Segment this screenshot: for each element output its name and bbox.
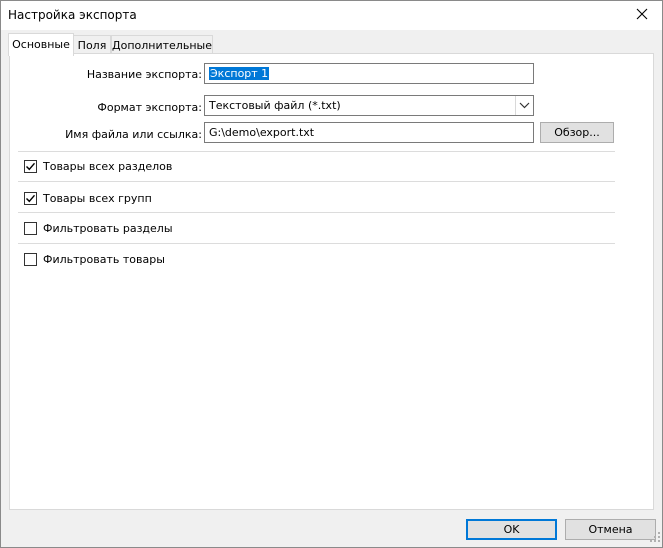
ok-button[interactable]: OK	[466, 519, 557, 540]
checkbox-all-sections-label: Товары всех разделов	[43, 159, 173, 173]
tab-additional[interactable]: Дополнительные	[111, 35, 213, 54]
export-settings-dialog: Настройка экспорта Основные Поля Дополни…	[0, 0, 663, 548]
export-name-input[interactable]: Экспорт 1	[204, 63, 534, 84]
resize-grip-icon[interactable]	[650, 532, 660, 545]
tab-main-label: Основные	[12, 38, 70, 51]
checkbox-box[interactable]	[24, 252, 37, 266]
cancel-button[interactable]: Отмена	[565, 519, 656, 540]
window-title: Настройка экспорта	[8, 8, 137, 22]
tab-main[interactable]: Основные	[8, 33, 74, 56]
divider	[18, 181, 615, 182]
browse-button[interactable]: Обзор...	[540, 122, 614, 143]
export-format-select[interactable]: Текстовый файл (*.txt)	[204, 95, 534, 116]
checkbox-filter-sections-label: Фильтровать разделы	[43, 221, 173, 235]
file-name-label: Имя файла или ссылка:	[65, 128, 202, 141]
browse-button-label: Обзор...	[554, 126, 600, 139]
tab-fields[interactable]: Поля	[73, 35, 111, 54]
checkbox-all-groups[interactable]: Товары всех групп	[24, 190, 152, 206]
checkbox-filter-products-label: Фильтровать товары	[43, 252, 165, 266]
file-name-value: G:\demo\export.txt	[209, 126, 315, 139]
checkbox-box[interactable]	[24, 159, 37, 173]
checkbox-all-sections[interactable]: Товары всех разделов	[24, 158, 172, 174]
export-format-value: Текстовый файл (*.txt)	[209, 99, 341, 112]
file-name-input[interactable]: G:\demo\export.txt	[204, 122, 534, 143]
checkbox-filter-sections[interactable]: Фильтровать разделы	[24, 220, 173, 236]
title-bar[interactable]: Настройка экспорта	[1, 1, 662, 30]
checkbox-filter-products[interactable]: Фильтровать товары	[24, 251, 165, 267]
divider	[18, 243, 615, 244]
tab-panel-main: Название экспорта: Экспорт 1 Формат эксп…	[9, 53, 654, 510]
ok-button-label: OK	[503, 523, 520, 536]
divider	[18, 212, 615, 213]
export-name-label: Название экспорта:	[86, 68, 202, 81]
close-icon[interactable]	[634, 6, 650, 22]
checkbox-all-groups-label: Товары всех групп	[43, 191, 152, 205]
export-format-label: Формат экспорта:	[97, 101, 202, 114]
export-name-value: Экспорт 1	[209, 67, 270, 80]
tab-additional-label: Дополнительные	[112, 39, 212, 52]
cancel-button-label: Отмена	[588, 523, 633, 536]
chevron-down-icon[interactable]	[515, 96, 533, 115]
tab-fields-label: Поля	[77, 39, 107, 52]
checkbox-box[interactable]	[24, 191, 37, 205]
checkbox-box[interactable]	[24, 221, 37, 235]
divider	[18, 151, 615, 152]
